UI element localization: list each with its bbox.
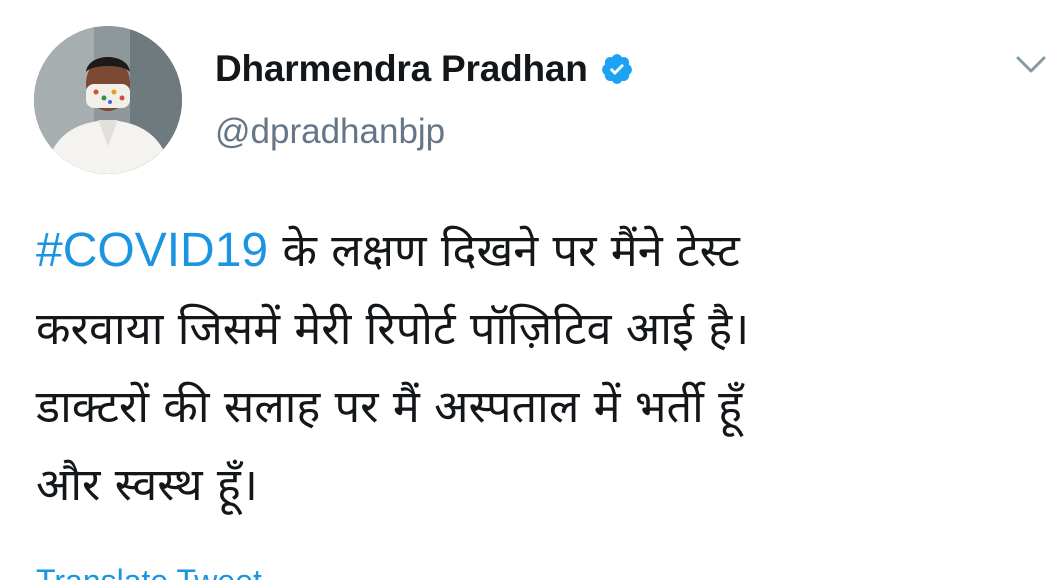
tweet-text-line: और स्वस्थ हूँ। <box>36 458 258 511</box>
chevron-down-icon[interactable] <box>1014 52 1048 76</box>
author-name-row: Dharmendra Pradhan <box>215 44 634 94</box>
avatar[interactable] <box>34 26 182 174</box>
verified-badge-icon <box>601 54 632 84</box>
translate-tweet-link[interactable]: Translate Tweet <box>36 563 262 580</box>
tweet-text-segment: के लक्षण दिखने पर मैंने टेस्ट <box>268 224 740 277</box>
tweet-text-line: डाक्टरों की सलाह पर मैं अस्पताल में भर्त… <box>36 380 743 433</box>
avatar-image <box>34 26 182 174</box>
hashtag-link[interactable]: #COVID19 <box>36 224 268 277</box>
display-name[interactable]: Dharmendra Pradhan <box>215 48 588 90</box>
author-handle[interactable]: @dpradhanbjp <box>215 112 445 152</box>
tweet-text-line: करवाया जिसमें मेरी रिपोर्ट पॉज़िटिव आई ह… <box>36 302 750 355</box>
tweet-text-line: #COVID19 के लक्षण दिखने पर मैंने टेस्ट <box>36 212 1036 290</box>
tweet-text: #COVID19 के लक्षण दिखने पर मैंने टेस्ट क… <box>36 212 1036 524</box>
